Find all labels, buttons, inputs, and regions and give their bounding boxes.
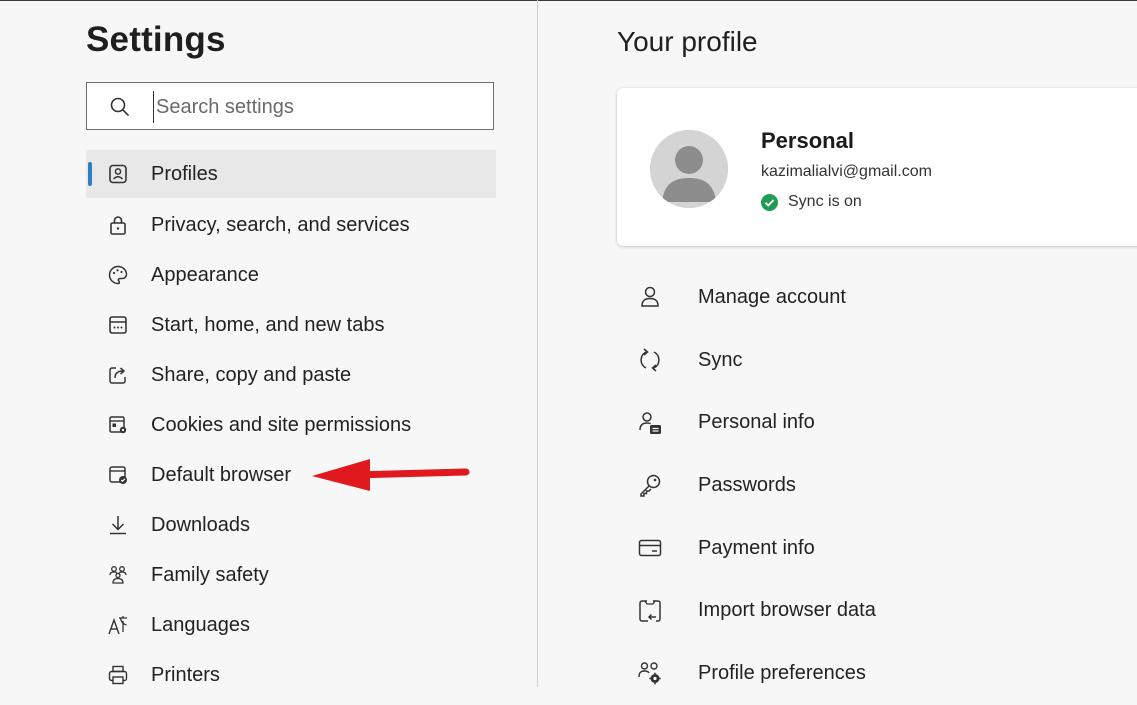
sidebar-item-label: Printers xyxy=(151,663,220,686)
avatar-person-icon xyxy=(650,130,728,208)
family-icon xyxy=(107,564,129,586)
profiles-icon xyxy=(107,163,129,185)
profile-menu: Manage account Sync Personal info Passwo… xyxy=(617,266,1137,705)
search-icon xyxy=(109,96,131,118)
sidebar-item-printers[interactable]: Printers xyxy=(86,650,496,700)
printer-icon xyxy=(107,664,129,686)
menu-item-label: Personal info xyxy=(698,411,815,434)
palette-icon xyxy=(107,264,129,286)
sidebar-item-downloads[interactable]: Downloads xyxy=(86,500,496,550)
profile-card: Personal kazimalialvi@gmail.com Sync is … xyxy=(617,88,1137,246)
profile-preferences-icon xyxy=(637,660,663,686)
menu-item-label: Payment info xyxy=(698,536,815,559)
sidebar-item-label: Family safety xyxy=(151,563,269,586)
payment-info-item[interactable]: Payment info xyxy=(617,517,1137,580)
sidebar-item-family-safety[interactable]: Family safety xyxy=(86,550,496,600)
sidebar-item-label: Start, home, and new tabs xyxy=(151,313,385,336)
menu-item-label: Import browser data xyxy=(698,599,876,622)
card-icon xyxy=(637,535,663,561)
sidebar-item-label: Profiles xyxy=(151,162,218,185)
sidebar-item-label: Share, copy and paste xyxy=(151,363,352,386)
manage-account-item[interactable]: Manage account xyxy=(617,266,1137,329)
sidebar-item-share[interactable]: Share, copy and paste xyxy=(86,350,496,400)
sync-icon xyxy=(637,347,663,373)
default-browser-icon xyxy=(107,464,129,486)
check-circle-icon xyxy=(761,193,778,211)
sidebar-item-cookies[interactable]: Cookies and site permissions xyxy=(86,400,496,450)
search-input[interactable] xyxy=(153,91,478,123)
share-icon xyxy=(107,364,129,386)
lock-icon xyxy=(107,214,129,236)
settings-title: Settings xyxy=(86,20,226,59)
annotation-arrow-icon xyxy=(312,459,470,491)
download-icon xyxy=(107,514,129,536)
account-icon xyxy=(637,284,663,310)
sidebar-item-languages[interactable]: Languages xyxy=(86,600,496,650)
profile-email: kazimalialvi@gmail.com xyxy=(761,163,932,180)
sidebar-item-profiles[interactable]: Profiles xyxy=(86,150,496,198)
top-border xyxy=(0,0,1137,1)
sidebar-item-label: Downloads xyxy=(151,513,250,536)
sync-status: Sync is on xyxy=(761,193,862,211)
sidebar-item-appearance[interactable]: Appearance xyxy=(86,250,496,300)
sidebar-item-label: Appearance xyxy=(151,263,259,286)
search-box[interactable] xyxy=(86,82,494,130)
profile-preferences-item[interactable]: Profile preferences xyxy=(617,642,1137,705)
menu-item-label: Manage account xyxy=(698,285,846,308)
import-browser-data-item[interactable]: Import browser data xyxy=(617,579,1137,642)
personal-info-icon xyxy=(637,410,663,436)
import-icon xyxy=(637,598,663,624)
sidebar-item-label: Privacy, search, and services xyxy=(151,213,410,236)
languages-icon xyxy=(107,614,129,636)
sidebar-item-label: Default browser xyxy=(151,463,292,486)
personal-info-item[interactable]: Personal info xyxy=(617,391,1137,454)
home-tabs-icon xyxy=(107,314,129,336)
menu-item-label: Sync xyxy=(698,348,743,371)
sync-item[interactable]: Sync xyxy=(617,329,1137,392)
panel-divider xyxy=(537,0,538,687)
sidebar-item-label: Cookies and site permissions xyxy=(151,413,412,436)
page-title: Your profile xyxy=(617,26,758,57)
menu-item-label: Passwords xyxy=(698,473,796,496)
menu-item-label: Profile preferences xyxy=(698,661,866,684)
sync-status-label: Sync is on xyxy=(788,193,862,210)
sidebar-nav: Profiles Privacy, search, and services A… xyxy=(86,150,496,700)
sidebar-item-label: Languages xyxy=(151,613,250,636)
profile-name: Personal xyxy=(761,128,854,153)
passwords-item[interactable]: Passwords xyxy=(617,454,1137,517)
sidebar-item-privacy[interactable]: Privacy, search, and services xyxy=(86,200,496,250)
key-icon xyxy=(637,472,663,498)
avatar xyxy=(650,130,728,208)
cookies-icon xyxy=(107,414,129,436)
sidebar-item-start-home[interactable]: Start, home, and new tabs xyxy=(86,300,496,350)
